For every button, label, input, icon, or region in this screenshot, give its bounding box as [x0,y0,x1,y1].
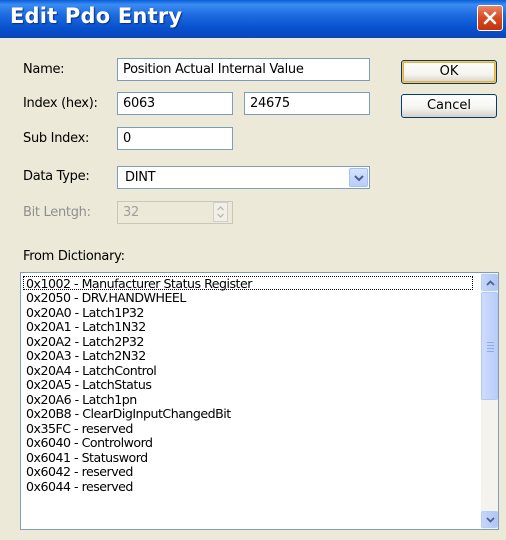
list-item[interactable]: 0x20A2 - Latch2P32 [26,335,144,348]
scroll-down-button[interactable] [481,511,498,528]
list-item[interactable]: 0x20A6 - Latch1pn [26,393,137,406]
list-item[interactable]: 0x20A4 - LatchControl [26,364,157,377]
index-hex-input[interactable]: 6063 [117,92,233,115]
ok-button[interactable]: OK [401,60,497,84]
cancel-button[interactable]: Cancel [401,94,497,118]
bitlength-spin-button [213,202,228,222]
list-item[interactable]: 0x20A5 - LatchStatus [26,378,152,391]
list-item[interactable]: 0x20A1 - Latch1N32 [26,320,146,333]
chevron-down-icon [354,175,364,182]
grip-line [487,345,494,346]
spin-arrows-icon [217,206,224,218]
list-item[interactable]: 0x6044 - reserved [26,480,133,493]
index-decimal-input[interactable]: 24675 [244,92,370,115]
bitlength-label: Bit Lentgh: [23,205,91,220]
name-input[interactable]: Position Actual Internal Value [117,58,370,81]
name-label: Name: [23,62,65,77]
subindex-label: Sub Index: [23,131,90,146]
list-item[interactable]: 0x20A3 - Latch2N32 [26,349,146,362]
vertical-scrollbar[interactable] [481,273,498,529]
edit-pdo-entry-dialog: Edit Pdo Entry Name: Position Actual Int… [0,0,506,540]
datatype-select[interactable]: DINT [117,166,370,189]
list-item[interactable]: 0x1002 - Manufacturer Status Register [26,277,252,290]
dictionary-label: From Dictionary: [23,249,125,264]
index-label: Index (hex): [23,96,98,111]
list-item[interactable]: 0x6041 - Statusword [26,451,148,464]
window-title: Edit Pdo Entry [10,4,183,28]
list-item[interactable]: 0x6040 - Controlword [26,436,153,449]
list-item[interactable]: 0x35FC - reserved [26,422,133,435]
scroll-down-icon [486,517,495,523]
list-item[interactable]: 0x2050 - DRV.HANDWHEEL [26,291,186,304]
scroll-up-icon [486,280,495,286]
close-button[interactable] [477,5,503,31]
list-item[interactable]: 0x6042 - reserved [26,465,133,478]
grip-line [487,351,494,352]
grip-line [487,348,494,349]
scrollbar-thumb[interactable] [481,292,498,400]
title-bar[interactable]: Edit Pdo Entry [0,0,506,38]
list-item[interactable]: 0x20B8 - ClearDigInputChangedBit [26,407,231,420]
datatype-selected-value: DINT [125,170,156,185]
scroll-up-button[interactable] [481,274,498,291]
list-item[interactable]: 0x20A0 - Latch1P32 [26,306,144,319]
grip-line [487,342,494,343]
subindex-input[interactable]: 0 [117,127,233,150]
datatype-label: Data Type: [23,169,90,184]
datatype-dropdown-button[interactable] [349,168,368,187]
close-icon [483,11,497,25]
dictionary-list[interactable]: 0x1002 - Manufacturer Status Register 0x… [20,272,499,530]
